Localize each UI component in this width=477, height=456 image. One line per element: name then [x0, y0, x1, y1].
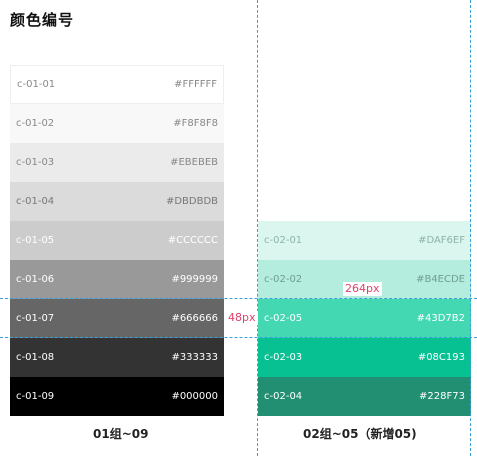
swatch-code: c-02-04 — [264, 391, 303, 402]
swatch-code: c-02-01 — [264, 235, 303, 246]
width-measure-label: 264px — [343, 282, 382, 296]
swatch-code: c-01-03 — [16, 157, 55, 168]
color-swatch[interactable]: c-01-04 #DBDBDB — [10, 182, 224, 221]
color-swatch[interactable]: c-01-06 #999999 — [10, 260, 224, 299]
swatch-code: c-01-09 — [16, 391, 55, 402]
swatch-code: c-01-08 — [16, 352, 55, 363]
group-02-caption: 02组~05（新增05) — [303, 427, 417, 441]
group-01-caption: 01组~09 — [93, 427, 149, 441]
swatch-hex: #000000 — [171, 391, 218, 402]
color-swatch[interactable]: c-01-07 #666666 — [10, 299, 224, 338]
swatch-code: c-02-02 — [264, 274, 303, 285]
swatch-hex: #228F73 — [419, 391, 465, 402]
swatch-hex: #B4ECDE — [416, 274, 465, 285]
color-swatch[interactable]: c-02-04 #228F73 — [258, 377, 471, 416]
color-swatch[interactable]: c-02-05 #43D7B2 — [258, 299, 471, 338]
swatch-code: c-01-02 — [16, 118, 55, 129]
color-swatch[interactable]: c-01-02 #F8F8F8 — [10, 104, 224, 143]
swatch-code: c-01-07 — [16, 313, 55, 324]
swatch-hex: #CCCCCC — [167, 235, 218, 246]
color-swatch[interactable]: c-02-03 #08C193 — [258, 338, 471, 377]
color-swatch[interactable]: c-01-08 #333333 — [10, 338, 224, 377]
swatch-hex: #EBEBEB — [170, 157, 218, 168]
swatch-hex: #999999 — [171, 274, 218, 285]
swatch-code: c-01-04 — [16, 196, 55, 207]
swatch-code: c-02-05 — [264, 313, 303, 324]
guide-line-horizontal — [0, 298, 477, 299]
height-measure-label: 48px — [226, 311, 258, 325]
swatch-hex: #08C193 — [417, 352, 465, 363]
color-swatch[interactable]: c-01-09 #000000 — [10, 377, 224, 416]
color-swatch[interactable]: c-01-01 #FFFFFF — [10, 65, 224, 104]
guide-line-vertical — [257, 0, 258, 456]
swatch-code: c-01-05 — [16, 235, 55, 246]
guide-line-vertical — [470, 0, 471, 456]
swatch-code: c-01-06 — [16, 274, 55, 285]
swatch-code: c-02-03 — [264, 352, 303, 363]
swatch-hex: #666666 — [171, 313, 218, 324]
color-swatch[interactable]: c-02-01 #DAF6EF — [258, 221, 471, 260]
color-group-02: c-02-01 #DAF6EF c-02-02 #B4ECDE c-02-05 … — [258, 221, 471, 416]
color-swatch[interactable]: c-01-03 #EBEBEB — [10, 143, 224, 182]
color-group-01: c-01-01 #FFFFFF c-01-02 #F8F8F8 c-01-03 … — [10, 65, 224, 416]
swatch-hex: #FFFFFF — [174, 79, 217, 90]
swatch-hex: #43D7B2 — [416, 313, 465, 324]
guide-line-horizontal — [0, 337, 477, 338]
swatch-hex: #333333 — [171, 352, 218, 363]
page-title: 颜色编号 — [10, 11, 75, 29]
swatch-hex: #DBDBDB — [165, 196, 218, 207]
swatch-hex: #DAF6EF — [418, 235, 465, 246]
color-swatch[interactable]: c-01-05 #CCCCCC — [10, 221, 224, 260]
swatch-code: c-01-01 — [17, 79, 56, 90]
swatch-hex: #F8F8F8 — [173, 118, 218, 129]
